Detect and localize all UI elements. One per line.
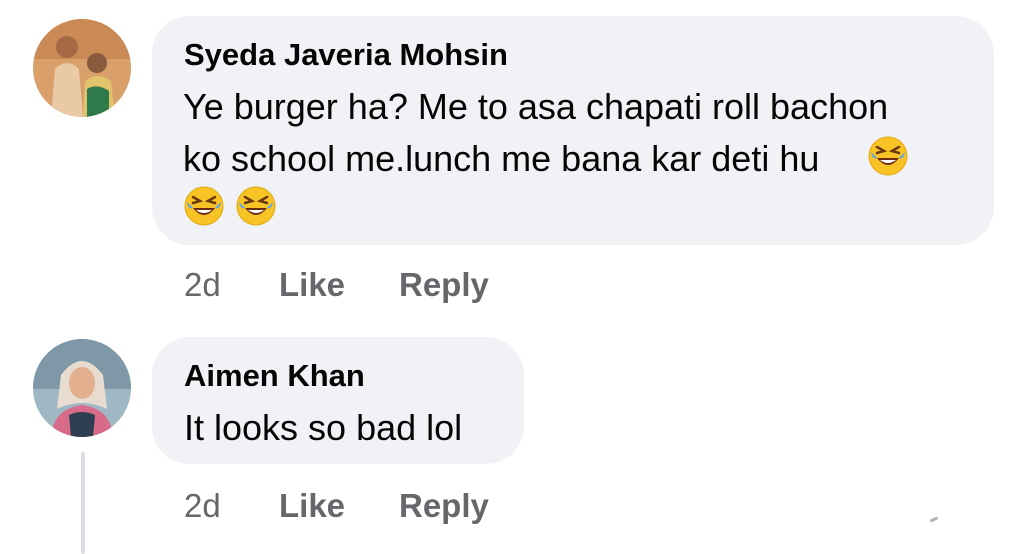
reply-button[interactable]: Reply xyxy=(399,268,489,301)
like-button[interactable]: Like xyxy=(279,268,345,301)
comment-text-line: ko school me.lunch me bana kar deti hu xyxy=(183,138,820,179)
comment-author[interactable]: Syeda Javeria Mohsin xyxy=(184,39,508,70)
comments-thread: Syeda Javeria Mohsin Ye burger ha? Me to… xyxy=(0,0,1024,554)
comment-text-line: It looks so bad lol xyxy=(184,407,463,448)
rolling-laughing-emoji-icon xyxy=(184,186,224,226)
like-button[interactable]: Like xyxy=(279,489,345,522)
comment-timestamp[interactable]: 2d xyxy=(184,489,221,522)
comment-text-line: Ye burger ha? Me to asa chapati roll bac… xyxy=(183,86,889,127)
rolling-laughing-emoji-icon xyxy=(868,136,908,176)
avatar[interactable] xyxy=(33,19,131,117)
comment-timestamp[interactable]: 2d xyxy=(184,268,221,301)
reply-thread-line xyxy=(81,452,85,554)
reply-button[interactable]: Reply xyxy=(399,489,489,522)
comment-author[interactable]: Aimen Khan xyxy=(184,360,365,391)
scroll-indicator xyxy=(929,516,939,523)
rolling-laughing-emoji-icon xyxy=(236,186,276,226)
avatar[interactable] xyxy=(33,339,131,437)
